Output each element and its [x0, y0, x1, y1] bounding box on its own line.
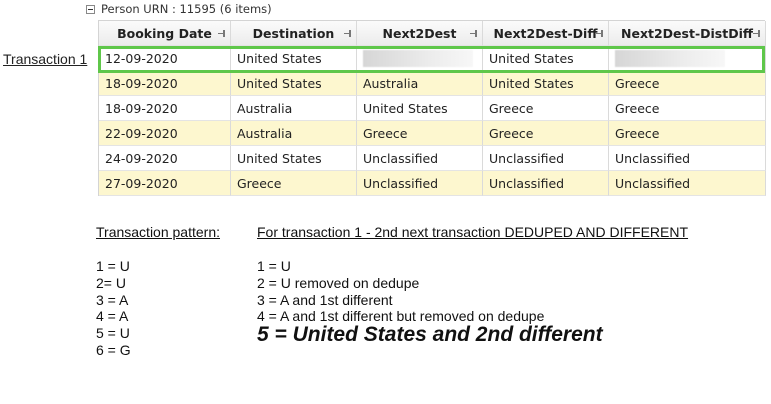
cell-next2dest[interactable]: Greece [357, 121, 483, 146]
table-row[interactable]: 27-09-2020 Greece Unclassified Unclassif… [99, 171, 766, 196]
column-header-next2dest-distdiff[interactable]: Next2Dest-DistDiff [609, 21, 766, 46]
column-pin-icon[interactable] [470, 30, 478, 37]
cell-booking-date[interactable]: 27-09-2020 [99, 171, 231, 196]
column-pin-icon[interactable] [596, 30, 604, 37]
cell-destination[interactable]: United States [231, 46, 357, 71]
table-row[interactable]: 18-09-2020 United States Australia Unite… [99, 71, 766, 96]
grid-header-row: Booking Date Destination Next2Dest Next2… [99, 20, 766, 46]
group-header[interactable]: Person URN : 11595 (6 items) [86, 2, 272, 16]
table-row[interactable]: 22-09-2020 Australia Greece Greece Greec… [99, 121, 766, 146]
pattern-item: 3 = A [96, 291, 129, 308]
explanation-emphasis: 5 = United States and 2nd different [257, 323, 603, 346]
column-pin-icon[interactable] [753, 30, 761, 37]
explanation-item: 3 = A and 1st different [257, 291, 393, 308]
column-header-booking-date[interactable]: Booking Date [99, 21, 231, 46]
table-row[interactable]: 18-09-2020 Australia United States Greec… [99, 96, 766, 121]
cell-next2dest-diff[interactable]: United States [483, 71, 609, 96]
collapse-minus-icon[interactable] [86, 4, 95, 14]
table-row[interactable]: 24-09-2020 United States Unclassified Un… [99, 146, 766, 171]
cell-next2dest-distdiff[interactable]: Greece [609, 96, 766, 121]
column-header-destination[interactable]: Destination [231, 21, 357, 46]
cell-next2dest-distdiff[interactable]: Unclassified [609, 171, 766, 196]
pattern-title: Transaction pattern: [96, 224, 220, 240]
cell-next2dest[interactable]: United States [357, 96, 483, 121]
cell-next2dest[interactable]: Unclassified [357, 146, 483, 171]
cell-destination[interactable]: United States [231, 146, 357, 171]
cell-next2dest-diff[interactable]: Greece [483, 121, 609, 146]
pattern-item: 2= U [96, 274, 126, 291]
pattern-item: 1 = U [96, 258, 130, 274]
cell-next2dest-diff[interactable]: Unclassified [483, 171, 609, 196]
cell-next2dest-diff[interactable]: Unclassified [483, 146, 609, 171]
column-header-next2dest[interactable]: Next2Dest [357, 21, 483, 46]
pattern-list: 1 = U 2= U 3 = A 4 = A 5 = U 6 = G [96, 258, 131, 359]
cell-next2dest[interactable]: Unclassified [357, 171, 483, 196]
explanation-title: For transaction 1 - 2nd next transaction… [257, 224, 689, 240]
redacted-value [615, 50, 725, 67]
explanation-list: 1 = U 2 = U removed on dedupe 3 = A and … [257, 258, 544, 325]
redacted-value [363, 50, 473, 67]
cell-next2dest-redacted[interactable] [357, 46, 483, 71]
column-header-next2dest-diff[interactable]: Next2Dest-Diff [483, 21, 609, 46]
cell-next2dest-diff[interactable]: United States [483, 46, 609, 71]
cell-next2dest-diff[interactable]: Greece [483, 96, 609, 121]
pattern-item: 6 = G [96, 341, 131, 358]
column-pin-icon[interactable] [218, 30, 226, 37]
pattern-item: 4 = A [96, 308, 129, 325]
explanation-item: 1 = U [257, 258, 291, 274]
cell-destination[interactable]: Australia [231, 96, 357, 121]
cell-destination[interactable]: Greece [231, 171, 357, 196]
cell-booking-date[interactable]: 22-09-2020 [99, 121, 231, 146]
cell-next2dest-distdiff[interactable]: Unclassified [609, 146, 766, 171]
cell-destination[interactable]: Australia [231, 121, 357, 146]
cell-booking-date[interactable]: 24-09-2020 [99, 146, 231, 171]
transaction-1-link[interactable]: Transaction 1 [3, 51, 87, 67]
column-pin-icon[interactable] [344, 30, 352, 37]
explanation-item: 2 = U removed on dedupe [257, 274, 420, 291]
cell-booking-date[interactable]: 18-09-2020 [99, 71, 231, 96]
cell-booking-date[interactable]: 12-09-2020 [99, 46, 231, 71]
data-grid: Booking Date Destination Next2Dest Next2… [98, 20, 766, 196]
cell-next2dest-distdiff-redacted[interactable] [609, 46, 766, 71]
cell-booking-date[interactable]: 18-09-2020 [99, 96, 231, 121]
cell-next2dest-distdiff[interactable]: Greece [609, 121, 766, 146]
pattern-item: 5 = U [96, 325, 130, 342]
group-header-label: Person URN : 11595 (6 items) [101, 2, 272, 16]
cell-destination[interactable]: United States [231, 71, 357, 96]
cell-next2dest[interactable]: Australia [357, 71, 483, 96]
table-row[interactable]: 12-09-2020 United States United States [99, 46, 766, 71]
cell-next2dest-distdiff[interactable]: Greece [609, 71, 766, 96]
